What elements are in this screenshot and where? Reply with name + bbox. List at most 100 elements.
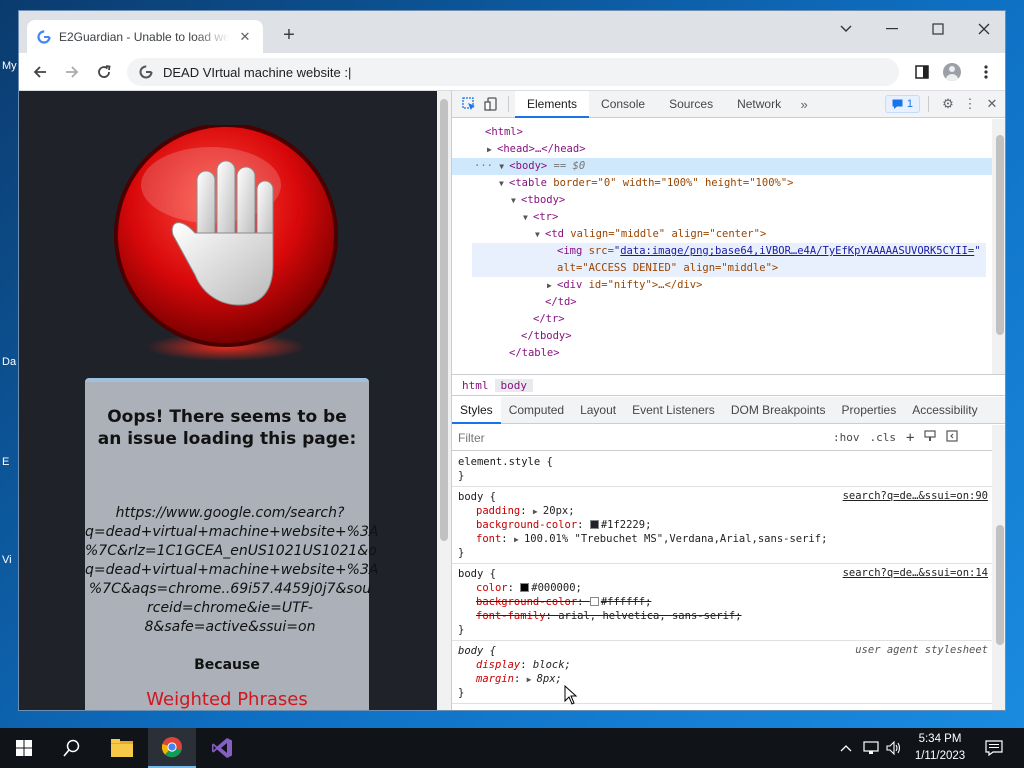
dom-node[interactable]: ▼ <td valign="middle" align="center"> — [535, 226, 766, 243]
minimize-icon[interactable] — [869, 15, 915, 43]
visual-studio-icon[interactable] — [198, 728, 246, 768]
issues-badge[interactable]: 1 — [884, 95, 920, 113]
tab-event-listeners[interactable]: Event Listeners — [624, 397, 723, 424]
error-heading: Oops! There seems to be an issue loading… — [97, 407, 357, 449]
tab-properties[interactable]: Properties — [834, 397, 905, 424]
sidebar-toggle-icon[interactable] — [941, 430, 963, 445]
styles-filter-input[interactable] — [458, 430, 828, 445]
more-tabs-icon[interactable]: » — [793, 93, 815, 115]
browser-toolbar: DEAD VIrtual machine website :| — [19, 53, 1005, 91]
close-window-icon[interactable] — [961, 15, 1005, 43]
color-swatch — [589, 597, 599, 606]
style-rule-user-agent[interactable]: user agent stylesheet body { display: bl… — [452, 641, 992, 704]
volume-icon[interactable] — [884, 728, 904, 768]
tab-dom-breakpoints[interactable]: DOM Breakpoints — [723, 397, 834, 424]
desktop-icon-label[interactable]: E — [2, 456, 9, 468]
search-icon[interactable] — [48, 728, 96, 768]
block-reason: Weighted Phrases — [146, 689, 308, 710]
plus-icon[interactable]: + — [901, 430, 919, 446]
issue-icon — [892, 99, 903, 109]
rule-source-label: user agent stylesheet — [855, 644, 988, 656]
color-swatch — [520, 583, 530, 592]
dom-node[interactable]: </td> — [545, 294, 577, 311]
breadcrumb: html body — [452, 374, 1005, 396]
dom-node[interactable]: ▼ <tbody> — [511, 192, 565, 209]
tab-console[interactable]: Console — [589, 91, 657, 118]
chevron-up-icon[interactable] — [836, 728, 856, 768]
browser-tab[interactable]: E2Guardian - Unable to load website ✕ — [27, 20, 263, 53]
dom-node[interactable]: </tbody> — [521, 328, 572, 345]
plus-icon[interactable]: + — [277, 23, 301, 47]
close-icon[interactable]: ✕ — [237, 29, 253, 45]
devtools-tabbar: Elements Console Sources Network » 1 ⚙ ⋮… — [452, 90, 1005, 118]
breadcrumb-html[interactable]: html — [456, 379, 495, 392]
dom-node[interactable]: <img src="data:image/png;base64,iVBOR…e4… — [472, 243, 986, 260]
device-toolbar-icon[interactable] — [480, 93, 502, 115]
start-icon[interactable] — [0, 728, 48, 768]
close-icon[interactable]: ✕ — [981, 93, 1003, 115]
arrow-left-icon[interactable] — [29, 61, 51, 83]
tab-elements[interactable]: Elements — [515, 90, 590, 118]
dom-node[interactable]: ▼ <table border="0" width="100%" height="… — [499, 175, 793, 192]
cls-toggle[interactable]: .cls — [865, 431, 902, 444]
google-g-icon — [139, 65, 153, 79]
kebab-menu-icon[interactable]: ⋮ — [959, 93, 981, 115]
notification-icon[interactable] — [982, 728, 1006, 768]
dom-node[interactable]: </table> — [509, 345, 560, 362]
tab-sources[interactable]: Sources — [657, 91, 725, 118]
dom-node[interactable]: ▶ <head>…</head> — [487, 141, 586, 158]
tab-accessibility[interactable]: Accessibility — [904, 397, 985, 424]
tab-network[interactable]: Network — [725, 91, 793, 118]
hov-toggle[interactable]: :hov — [828, 431, 865, 444]
arrow-right-icon[interactable] — [61, 61, 83, 83]
file-explorer-icon[interactable] — [98, 728, 146, 768]
browser-window: E2Guardian - Unable to load website ✕ + — [18, 10, 1006, 711]
styles-subtabs: Styles Computed Layout Event Listeners D… — [452, 396, 1005, 424]
mouse-cursor-icon — [564, 684, 578, 708]
dom-node[interactable]: ▼ <tr> — [523, 209, 558, 226]
tab-title: E2Guardian - Unable to load website — [59, 29, 229, 44]
tab-computed[interactable]: Computed — [501, 397, 572, 424]
kebab-menu-icon[interactable] — [975, 61, 997, 83]
chrome-icon[interactable] — [148, 728, 196, 768]
breadcrumb-body[interactable]: body — [494, 378, 533, 392]
error-panel: Oops! There seems to be an issue loading… — [85, 378, 378, 710]
paint-icon[interactable] — [919, 430, 941, 445]
clock-date: 1/11/2023 — [914, 750, 966, 762]
style-rule[interactable]: search?q=de…&ssui=on:90 body { padding: … — [452, 487, 992, 564]
desktop-icon-label[interactable]: Da — [2, 356, 16, 368]
clock-time: 5:34 PM — [918, 733, 962, 745]
page-scrollbar[interactable] — [437, 91, 451, 710]
styles-scrollbar[interactable] — [992, 425, 1005, 710]
avatar-icon[interactable] — [941, 61, 963, 83]
dom-scrollbar[interactable] — [992, 119, 1005, 374]
issues-count: 1 — [906, 98, 913, 110]
side-panel-icon[interactable] — [911, 61, 933, 83]
dom-node[interactable]: </tr> — [533, 311, 565, 328]
desktop-icon-label[interactable]: Vi — [2, 554, 12, 566]
styles-filter-bar: :hov .cls + — [452, 425, 1005, 451]
dom-tree: <html> ▶ <head>…</head> ··· ▼ <body> == $0… — [452, 119, 1005, 374]
gear-icon[interactable]: ⚙ — [937, 93, 959, 115]
dom-node[interactable]: alt="ACCESS DENIED" align="middle"> — [472, 260, 986, 277]
dom-node[interactable]: ▶ <div id="nifty">…</div> — [547, 277, 702, 294]
rule-source-link[interactable]: search?q=de…&ssui=on:90 — [843, 490, 988, 502]
chevron-down-icon[interactable] — [823, 15, 869, 43]
system-clock[interactable]: 5:34 PM 1/11/2023 — [906, 731, 974, 765]
address-text[interactable]: DEAD VIrtual machine website :| — [163, 65, 351, 80]
maximize-icon[interactable] — [915, 15, 961, 43]
rule-source-link[interactable]: search?q=de…&ssui=on:14 — [843, 567, 988, 579]
tab-styles[interactable]: Styles — [452, 396, 501, 424]
blocked-page: Oops! There seems to be an issue loading… — [19, 91, 437, 710]
desktop-icon-label[interactable]: My — [2, 60, 17, 72]
tab-layout[interactable]: Layout — [572, 397, 624, 424]
network-icon[interactable] — [860, 728, 882, 768]
reload-icon[interactable] — [93, 61, 115, 83]
inspect-element-icon[interactable] — [458, 93, 480, 115]
style-rule-element[interactable]: element.style { } — [452, 452, 992, 487]
style-rule[interactable]: search?q=de…&ssui=on:14 body { color: #0… — [452, 564, 992, 641]
dom-node-selected[interactable]: ··· ▼ <body> == $0 — [452, 158, 992, 175]
because-label: Because — [194, 657, 260, 673]
dom-node[interactable]: <html> — [485, 124, 523, 141]
address-bar[interactable]: DEAD VIrtual machine website :| — [127, 58, 899, 86]
